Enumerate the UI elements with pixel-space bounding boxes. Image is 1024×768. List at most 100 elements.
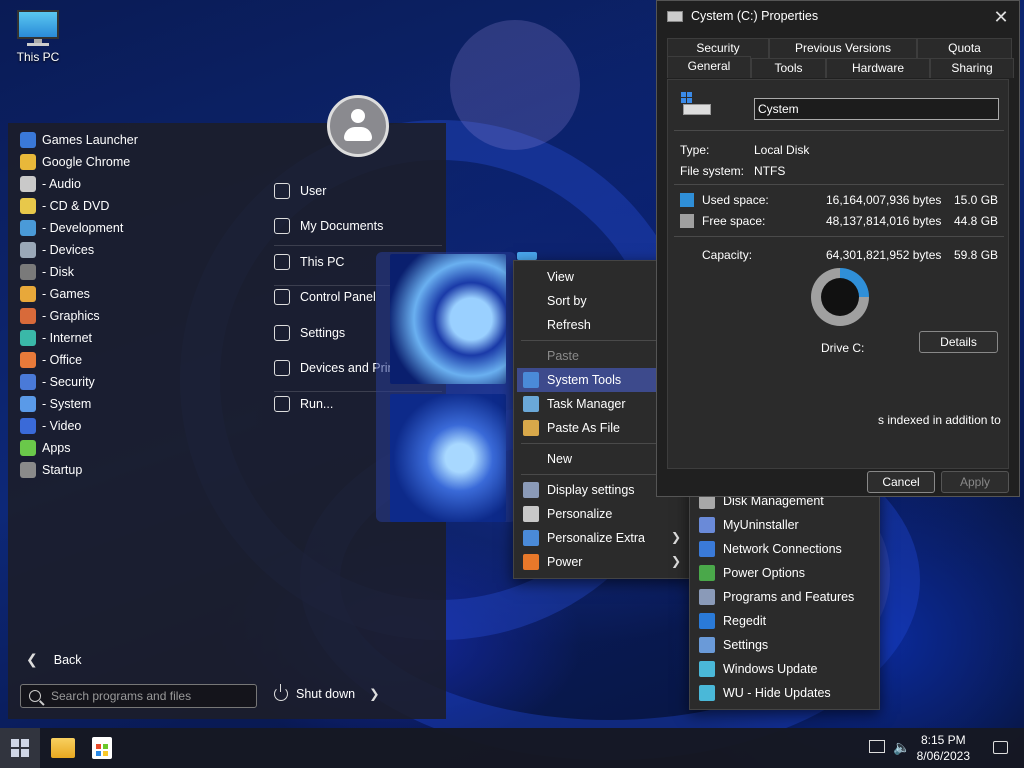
menu-item[interactable]: Network Connections: [693, 537, 876, 561]
program-item[interactable]: - Development: [16, 217, 256, 239]
personalize-extra-icon: [523, 530, 539, 546]
chevron-left-icon: ❮: [26, 651, 38, 667]
tab-hardware[interactable]: Hardware: [826, 58, 930, 78]
tab-row-bottom: General Tools Hardware Sharing: [667, 56, 1014, 78]
menu-item[interactable]: Regedit: [693, 609, 876, 633]
network-tray-icon[interactable]: [869, 740, 885, 753]
general-tab-panel: Cystem Type: Local Disk File system: NTF…: [667, 79, 1009, 469]
tab-previous-versions[interactable]: Previous Versions: [769, 38, 917, 58]
printer-icon: [274, 360, 290, 377]
program-item[interactable]: - Security: [16, 371, 256, 393]
start-item-label: Settings: [300, 325, 346, 340]
audio-folder-icon: [20, 176, 36, 192]
network-icon: [699, 541, 715, 557]
windows-logo-icon: [11, 739, 29, 757]
volume-icon[interactable]: 🔈: [893, 739, 910, 756]
start-item[interactable]: My Documents: [274, 209, 442, 245]
program-label: Startup: [42, 463, 83, 477]
divider: [674, 130, 1004, 131]
free-label: Free space:: [702, 214, 766, 228]
clock[interactable]: 8:15 PM 8/06/2023: [917, 732, 970, 764]
desktop-icon-label: This PC: [16, 50, 60, 64]
divider: [674, 236, 1004, 237]
desktop-icon-this-pc[interactable]: This PC: [8, 10, 68, 64]
program-item[interactable]: - Audio: [16, 173, 256, 195]
menu-item-label: Display settings: [547, 483, 635, 497]
regedit-icon: [699, 613, 715, 629]
wallpaper-thumbnail[interactable]: [517, 252, 537, 260]
search-placeholder: Search programs and files: [51, 689, 192, 703]
menu-item[interactable]: Settings: [693, 633, 876, 657]
tab-tools[interactable]: Tools: [751, 58, 826, 78]
program-item[interactable]: Google Chrome: [16, 151, 256, 173]
menu-item[interactable]: WU - Hide Updates: [693, 681, 876, 705]
menu-item-label: Windows Update: [723, 662, 818, 676]
program-item[interactable]: - Graphics: [16, 305, 256, 327]
program-item[interactable]: - Video: [16, 415, 256, 437]
program-item[interactable]: - System: [16, 393, 256, 415]
chevron-right-icon: ❯: [670, 530, 681, 544]
search-input[interactable]: Search programs and files: [20, 684, 257, 708]
program-item[interactable]: - Office: [16, 349, 256, 371]
menu-item[interactable]: Power Options: [693, 561, 876, 585]
tab-general[interactable]: General: [667, 56, 751, 78]
program-label: - Audio: [42, 177, 81, 191]
program-label: Games Launcher: [42, 133, 138, 147]
disk-folder-icon: [20, 264, 36, 280]
menu-item[interactable]: Personalize: [517, 502, 689, 526]
office-folder-icon: [20, 352, 36, 368]
wallpaper-thumbnail[interactable]: [390, 394, 506, 522]
program-item[interactable]: Startup: [16, 459, 256, 481]
chevron-right-icon[interactable]: ❯: [369, 686, 379, 701]
tab-security[interactable]: Security: [667, 38, 769, 58]
program-label: Apps: [42, 441, 71, 455]
menu-item-label: Personalize Extra: [547, 531, 645, 545]
program-label: - Games: [42, 287, 90, 301]
wallpaper-thumbnail[interactable]: [390, 254, 506, 384]
shutdown-button[interactable]: Shut down ❯: [274, 683, 380, 701]
program-item[interactable]: - CD & DVD: [16, 195, 256, 217]
start-item[interactable]: User: [274, 173, 442, 209]
store-icon[interactable]: [92, 737, 112, 759]
tab-quota[interactable]: Quota: [917, 38, 1012, 58]
file-explorer-icon[interactable]: [51, 738, 75, 758]
program-item[interactable]: Games Launcher: [16, 129, 256, 151]
program-item[interactable]: - Devices: [16, 239, 256, 261]
back-button[interactable]: ❮ Back: [26, 651, 82, 668]
menu-item-label: Personalize: [547, 507, 613, 521]
program-list: Games Launcher Google Chrome - Audio - CD &…: [16, 129, 256, 481]
tab-sharing[interactable]: Sharing: [930, 58, 1014, 78]
menu-item[interactable]: Power ❯: [517, 550, 689, 574]
program-item[interactable]: - Internet: [16, 327, 256, 349]
menu-item[interactable]: MyUninstaller: [693, 513, 876, 537]
clock-time: 8:15 PM: [920, 733, 966, 747]
games-launcher-icon: [20, 132, 36, 148]
notification-icon[interactable]: [993, 741, 1008, 754]
user-folder-icon: [274, 182, 290, 199]
capacity-gb: 59.8 GB: [954, 248, 999, 262]
program-label: - Devices: [42, 243, 95, 257]
wallpaper-ghost: [450, 20, 580, 150]
menu-item[interactable]: Windows Update: [693, 657, 876, 681]
used-space-swatch: [680, 193, 694, 207]
start-button[interactable]: [0, 728, 40, 768]
menu-item-label: MyUninstaller: [723, 518, 799, 532]
user-avatar[interactable]: [327, 95, 389, 157]
details-button[interactable]: Details: [919, 331, 998, 353]
drive-name-input[interactable]: Cystem: [754, 98, 999, 120]
program-label: - System: [42, 397, 92, 411]
cancel-button[interactable]: Cancel: [867, 471, 935, 493]
menu-item[interactable]: Programs and Features: [693, 585, 876, 609]
menu-item[interactable]: Personalize Extra ❯: [517, 526, 689, 550]
power-icon: [523, 554, 539, 570]
program-item[interactable]: - Games: [16, 283, 256, 305]
close-button[interactable]: ✕: [991, 7, 1011, 28]
apply-button[interactable]: Apply: [941, 471, 1009, 493]
index-text: s indexed in addition to: [878, 413, 1001, 427]
menu-item-label: Paste: [547, 349, 579, 363]
programs-features-icon: [699, 589, 715, 605]
divider: [674, 184, 1004, 185]
program-item[interactable]: - Disk: [16, 261, 256, 283]
task-manager-icon: [523, 396, 539, 412]
program-item[interactable]: Apps: [16, 437, 256, 459]
